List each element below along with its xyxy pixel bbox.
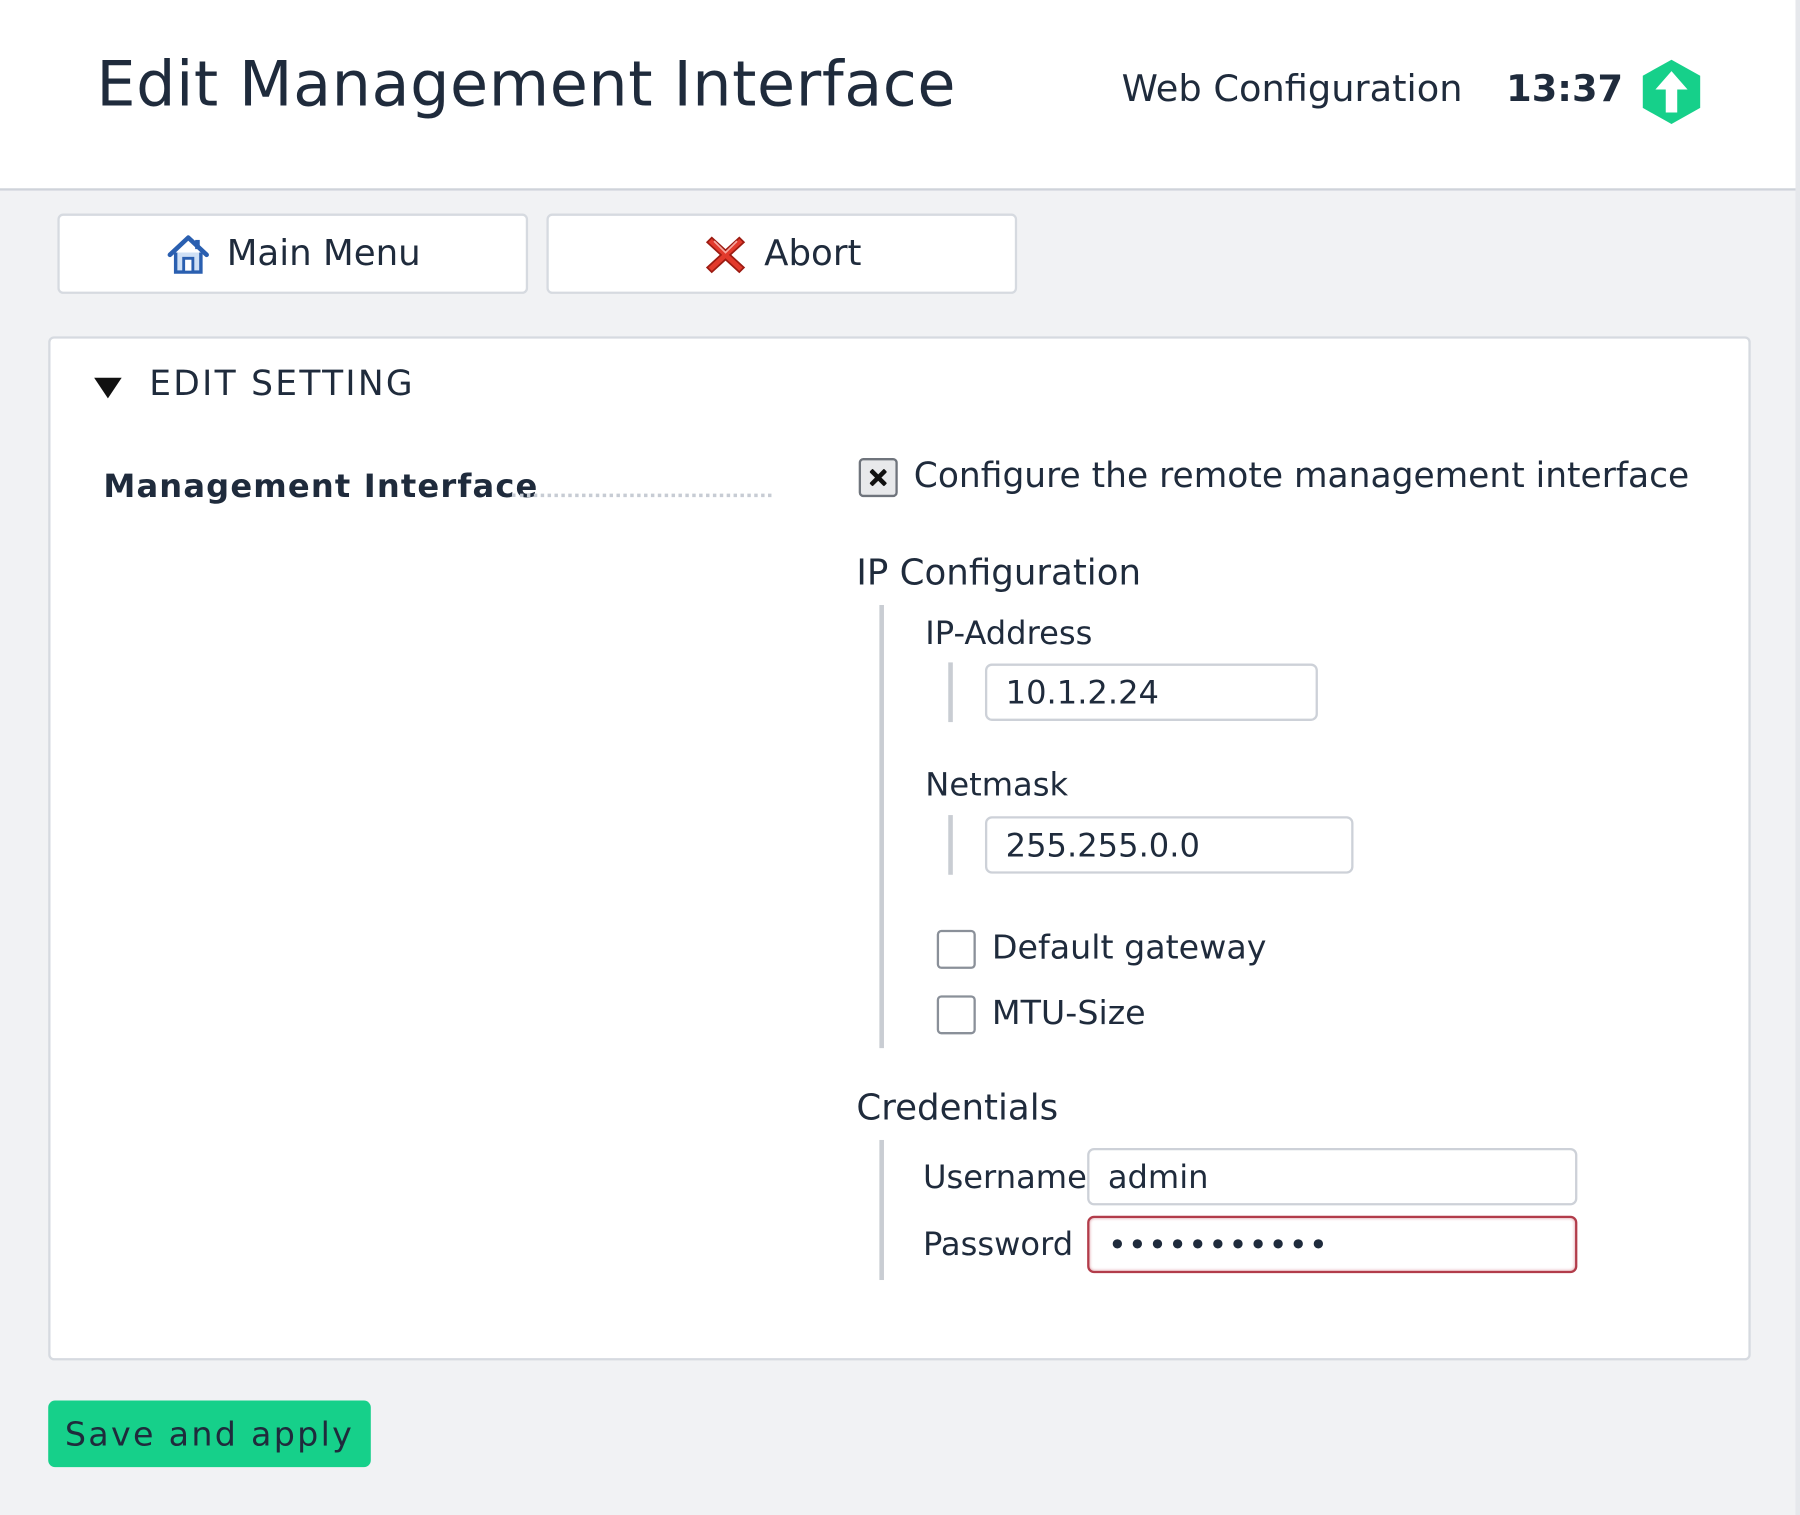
password-label: Password xyxy=(922,1224,1074,1263)
netmask-input[interactable] xyxy=(984,816,1354,874)
ip-address-input[interactable] xyxy=(984,663,1318,721)
main-menu-button[interactable]: Main Menu xyxy=(57,213,529,294)
scrollbar[interactable] xyxy=(1795,0,1800,1515)
mtu-size-checkbox[interactable] xyxy=(936,995,976,1035)
credentials-bar xyxy=(879,1139,884,1281)
panel-title: EDIT SETTING xyxy=(149,363,415,405)
save-and-apply-button[interactable]: Save and apply xyxy=(48,1400,371,1468)
clock: 13:37 xyxy=(1506,66,1624,111)
home-icon xyxy=(167,235,209,274)
credentials-heading: Credentials xyxy=(856,1087,1059,1129)
dotted-leader xyxy=(512,493,772,498)
mtu-size-label: MTU-Size xyxy=(991,993,1146,1033)
abort-label: Abort xyxy=(764,233,862,275)
username-label: Username xyxy=(922,1158,1087,1197)
page-title: Edit Management Interface xyxy=(96,48,957,121)
netmask-bar xyxy=(948,815,953,875)
ip-configuration-heading: IP Configuration xyxy=(856,552,1142,594)
default-gateway-checkbox[interactable] xyxy=(936,929,976,969)
collapse-triangle-icon xyxy=(94,377,122,398)
panel-header[interactable]: EDIT SETTING xyxy=(94,364,415,404)
default-gateway-label: Default gateway xyxy=(991,927,1267,967)
up-arrow-hexagon-icon[interactable] xyxy=(1639,57,1703,126)
ip-config-bar xyxy=(879,604,884,1049)
site-name: Web Configuration xyxy=(1121,66,1463,111)
edit-setting-panel: EDIT SETTING Management Interface Config… xyxy=(48,336,1751,1361)
username-input[interactable] xyxy=(1087,1148,1578,1206)
app-window: Edit Management Interface Web Configurat… xyxy=(0,0,1800,1515)
content-area: Edit Management Interface Web Configurat… xyxy=(0,0,1800,1515)
ip-address-label: IP-Address xyxy=(925,614,1093,653)
password-input[interactable] xyxy=(1087,1215,1578,1274)
configure-remote-label: Configure the remote management interfac… xyxy=(913,455,1690,496)
ip-address-bar xyxy=(948,662,953,723)
page-header: Edit Management Interface Web Configurat… xyxy=(0,0,1800,191)
setting-label: Management Interface xyxy=(103,467,539,506)
configure-remote-checkbox[interactable] xyxy=(858,458,898,498)
page: Edit Management Interface Web Configurat… xyxy=(0,0,1800,1515)
abort-button[interactable]: Abort xyxy=(546,213,1018,294)
main-menu-label: Main Menu xyxy=(226,233,421,275)
netmask-label: Netmask xyxy=(925,765,1069,804)
red-x-icon xyxy=(705,236,745,274)
